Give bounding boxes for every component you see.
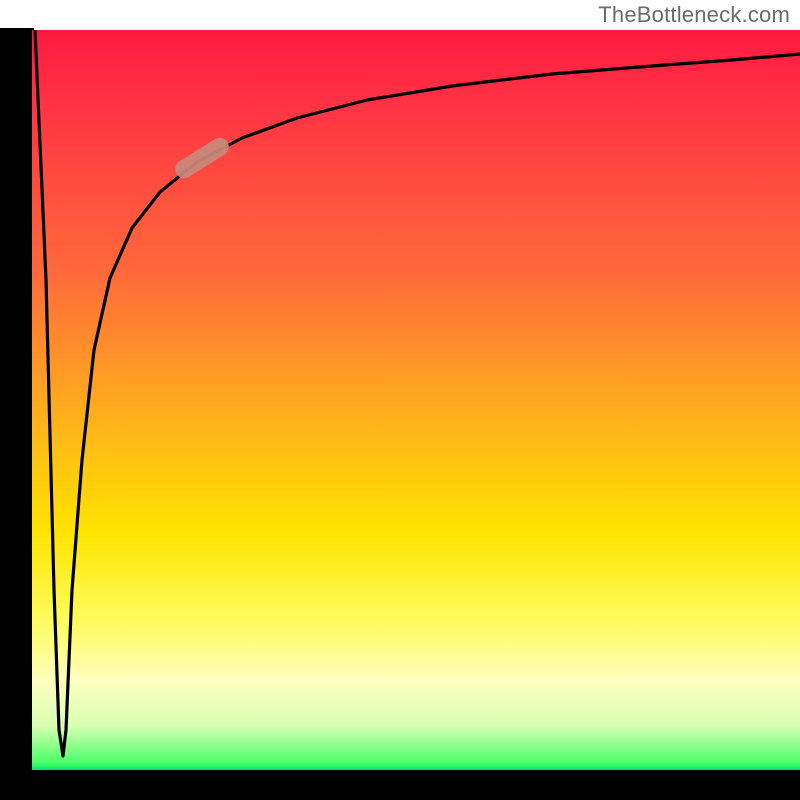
y-axis-bar — [0, 28, 34, 772]
plot-area — [32, 30, 800, 770]
highlight-pill — [172, 134, 232, 181]
x-axis-bar — [0, 770, 800, 800]
curve-layer — [32, 30, 800, 770]
watermark-text: TheBottleneck.com — [598, 2, 790, 28]
chart-root: TheBottleneck.com — [0, 0, 800, 800]
bottleneck-curve — [35, 30, 800, 756]
